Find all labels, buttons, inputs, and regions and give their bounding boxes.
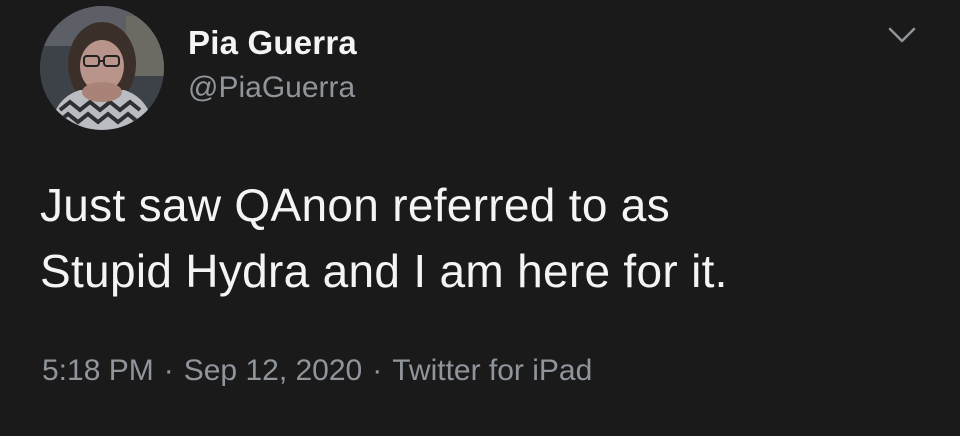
avatar[interactable] [40, 6, 164, 130]
meta-separator: · [372, 354, 383, 387]
tweet-time[interactable]: 5:18 PM [42, 354, 154, 387]
tweet-text: Just saw QAnon referred to as Stupid Hyd… [40, 179, 728, 297]
meta-separator: · [163, 354, 174, 387]
tweet-source[interactable]: Twitter for iPad [392, 354, 592, 387]
author-handle[interactable]: @PiaGuerra [188, 71, 355, 105]
author-display-name[interactable]: Pia Guerra [188, 24, 357, 62]
tweet-card: Pia Guerra @PiaGuerra Just saw QAnon ref… [0, 0, 960, 436]
avatar-image [40, 6, 164, 130]
tweet-meta: 5:18 PM · Sep 12, 2020 · Twitter for iPad [42, 354, 592, 388]
chevron-down-icon[interactable] [884, 22, 920, 48]
tweet-date[interactable]: Sep 12, 2020 [184, 354, 363, 387]
